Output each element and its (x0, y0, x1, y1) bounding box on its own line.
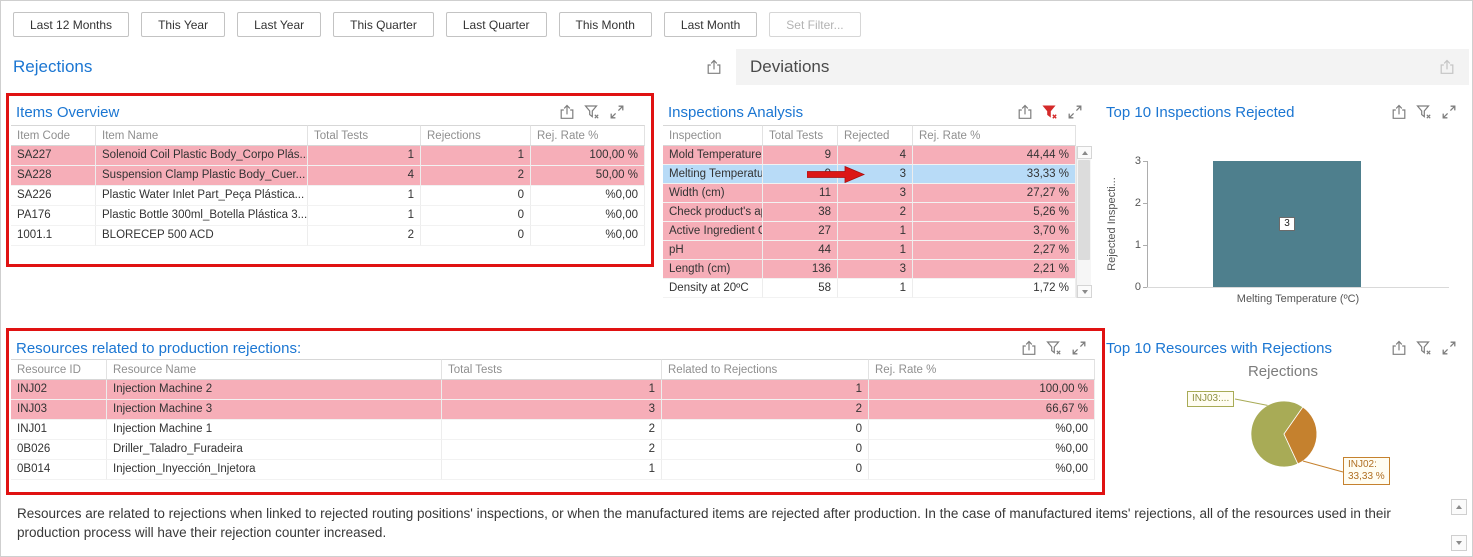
expand-icon[interactable] (1441, 104, 1457, 120)
scrollbar-thumb[interactable] (1078, 160, 1090, 260)
table-row[interactable]: SA228 Suspension Clamp Plastic Body_Cuer… (11, 166, 645, 186)
export-icon[interactable] (1021, 340, 1037, 356)
panel-items-overview: Items Overview Item Code Item Name Total… (11, 97, 645, 257)
up-arrow-icon (1082, 151, 1088, 155)
panel-title: Items Overview (16, 104, 119, 121)
table-header: Resource ID Resource Name Total Tests Re… (11, 359, 1095, 380)
bar-value-label: 3 (1279, 217, 1295, 231)
table-row[interactable]: pH 44 1 2,27 % (663, 241, 1076, 260)
clear-filter-icon[interactable] (584, 104, 600, 120)
export-icon[interactable] (559, 104, 575, 120)
panel-title: Resources related to production rejectio… (16, 340, 301, 357)
tick-mark (1143, 245, 1147, 246)
table-row[interactable]: 0B026 Driller_Taladro_Furadeira 2 0 %0,0… (11, 440, 1095, 460)
table-row[interactable]: Mold Temperature (ºC) 9 4 44,44 % (663, 146, 1076, 165)
scroll-up-button[interactable] (1451, 499, 1467, 515)
pie-label-inj03[interactable]: INJ03:... (1187, 391, 1234, 407)
filter-last-quarter[interactable]: Last Quarter (446, 12, 547, 37)
expand-icon[interactable] (609, 104, 625, 120)
y-axis-label: Rejected Inspecti... (1106, 158, 1120, 290)
y-axis (1147, 161, 1148, 288)
up-arrow-icon (1456, 505, 1462, 509)
panel-title: Top 10 Inspections Rejected (1106, 104, 1294, 121)
table-row[interactable]: Length (cm) 136 3 2,21 % (663, 260, 1076, 279)
export-icon[interactable] (706, 59, 722, 75)
table-row[interactable]: SA226 Plastic Water Inlet Part_Peça Plás… (11, 186, 645, 206)
footer-note: Resources are related to rejections when… (17, 504, 1441, 542)
down-arrow-icon (1456, 541, 1462, 545)
table-row[interactable]: Width (cm) 11 3 27,27 % (663, 184, 1076, 203)
deviations-title: Deviations (750, 57, 829, 77)
table-row[interactable]: PA176 Plastic Bottle 300ml_Botella Plást… (11, 206, 645, 226)
scroll-down-button[interactable] (1451, 535, 1467, 551)
clear-filter-icon[interactable] (1042, 104, 1058, 120)
tick-mark (1143, 161, 1147, 162)
clear-filter-icon[interactable] (1416, 104, 1432, 120)
table-row[interactable]: 0B014 Injection_Inyección_Injetora 1 0 %… (11, 460, 1095, 480)
panel-top-resources-rejections: Top 10 Resources with Rejections Rejecti… (1101, 333, 1465, 493)
panel-top-inspections-rejected: Top 10 Inspections Rejected Rejected Ins… (1101, 97, 1465, 315)
down-arrow-icon (1082, 290, 1088, 294)
quality-dashboard: Last 12 Months This Year Last Year This … (0, 0, 1473, 557)
set-filter-button[interactable]: Set Filter... (769, 12, 860, 37)
tab-deviations[interactable]: Deviations (736, 49, 1469, 85)
filter-last-month[interactable]: Last Month (664, 12, 757, 37)
x-axis (1147, 287, 1449, 288)
pie-chart (1101, 333, 1465, 493)
y-tick-label: 2 (1125, 197, 1141, 209)
pie-connector (1303, 461, 1343, 472)
panel-resources-rejections: Resources related to production rejectio… (11, 333, 1095, 485)
y-tick-label: 0 (1125, 281, 1141, 293)
pie-label-inj02[interactable]: INJ02: 33,33 % (1343, 457, 1390, 485)
scrollbar[interactable] (1076, 146, 1091, 298)
tab-rejections[interactable]: Rejections (1, 49, 736, 85)
export-icon[interactable] (1391, 104, 1407, 120)
table-header: Inspection Total Tests Rejected Rej. Rat… (663, 125, 1076, 146)
filter-last-12-months[interactable]: Last 12 Months (13, 12, 129, 37)
table-header: Item Code Item Name Total Tests Rejectio… (11, 125, 645, 146)
scroll-down-button[interactable] (1077, 285, 1092, 298)
table-row[interactable]: Active Ingredient Conc... 27 1 3,70 % (663, 222, 1076, 241)
tick-mark (1143, 203, 1147, 204)
table-row[interactable]: 1001.1 BLORECEP 500 ACD 2 0 %0,00 (11, 226, 645, 246)
expand-icon[interactable] (1071, 340, 1087, 356)
clear-filter-icon[interactable] (1046, 340, 1062, 356)
y-tick-label: 1 (1125, 239, 1141, 251)
y-tick-label: 3 (1125, 155, 1141, 167)
filter-last-year[interactable]: Last Year (237, 12, 321, 37)
table-row[interactable]: Check product's appea... 38 2 5,26 % (663, 203, 1076, 222)
table-row[interactable]: INJ02 Injection Machine 2 1 1 100,00 % (11, 380, 1095, 400)
table-row[interactable]: INJ01 Injection Machine 1 2 0 %0,00 (11, 420, 1095, 440)
x-category-label: Melting Temperature (ºC) (1147, 293, 1449, 305)
filter-this-year[interactable]: This Year (141, 12, 225, 37)
pie-connector (1235, 399, 1268, 405)
export-icon[interactable] (1439, 59, 1455, 75)
filter-toolbar: Last 12 Months This Year Last Year This … (13, 12, 861, 37)
table-row[interactable]: SA227 Solenoid Coil Plastic Body_Corpo P… (11, 146, 645, 166)
table-row[interactable]: Density at 20ºC 58 1 1,72 % (663, 279, 1076, 298)
panel-inspections-analysis: Inspections Analysis Inspection Total Te… (663, 97, 1091, 309)
filter-this-month[interactable]: This Month (559, 12, 652, 37)
export-icon[interactable] (1017, 104, 1033, 120)
table-row-selected[interactable]: Melting Temperature (º... 9 3 33,33 % (663, 165, 1076, 184)
filter-this-quarter[interactable]: This Quarter (333, 12, 434, 37)
scroll-up-button[interactable] (1077, 146, 1092, 159)
expand-icon[interactable] (1067, 104, 1083, 120)
table-row[interactable]: INJ03 Injection Machine 3 3 2 66,67 % (11, 400, 1095, 420)
rejections-title: Rejections (13, 57, 92, 77)
panel-title: Inspections Analysis (668, 104, 803, 121)
